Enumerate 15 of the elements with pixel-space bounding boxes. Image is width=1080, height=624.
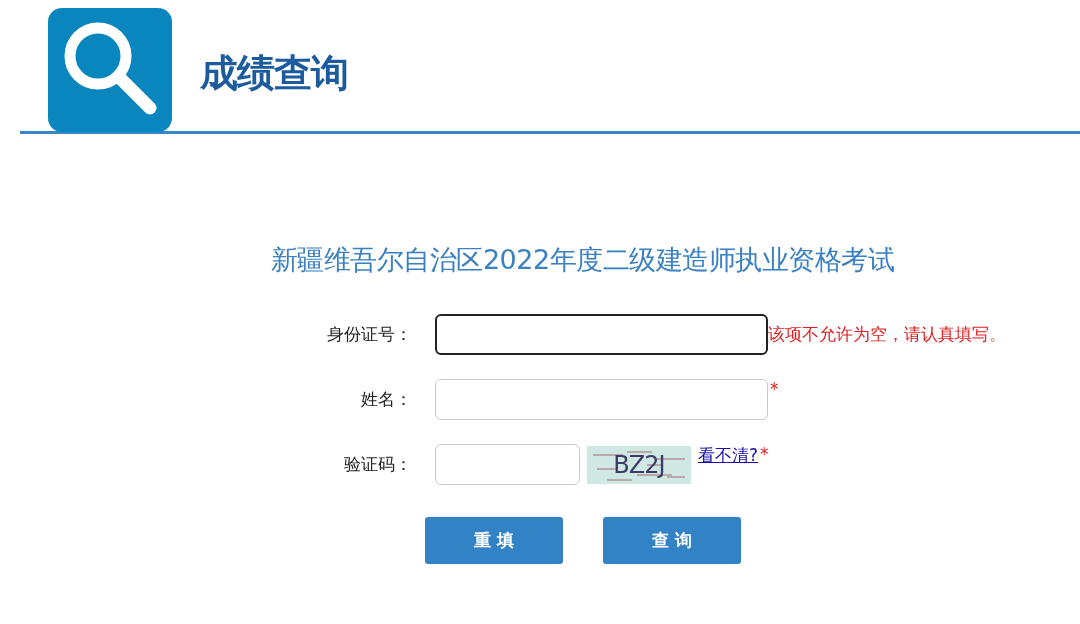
page-title: 成绩查询 [200, 49, 348, 97]
query-button[interactable]: 查 询 [603, 517, 741, 564]
field-label: 身份证号： [326, 323, 413, 346]
captcha-image: BZ2J [587, 445, 691, 484]
field-label: 验证码： [343, 453, 413, 476]
refresh-captcha-link[interactable]: 看不清? [698, 444, 759, 467]
captcha-input[interactable] [435, 444, 580, 485]
required-mark: * [770, 379, 779, 399]
field-label: 姓名： [360, 388, 413, 411]
reset-button[interactable]: 重 填 [425, 517, 563, 564]
error-message: 该项不允许为空，请认真填写。 [768, 323, 1006, 346]
search-icon [48, 8, 172, 132]
required-mark: * [760, 444, 769, 464]
text-input[interactable] [435, 314, 768, 355]
exam-title: 新疆维吾尔自治区2022年度二级建造师执业资格考试 [269, 243, 896, 277]
